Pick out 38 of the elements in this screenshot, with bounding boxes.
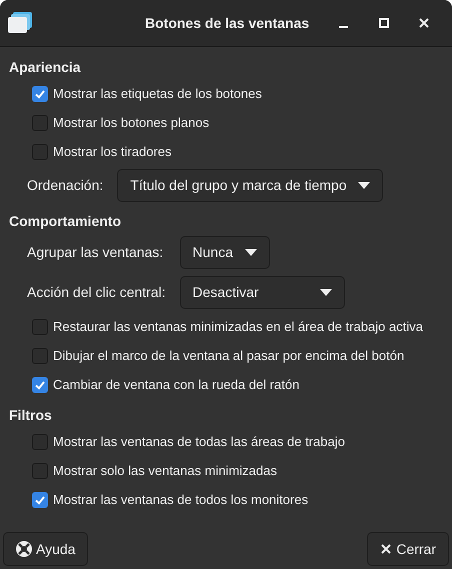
close-icon xyxy=(380,543,392,555)
dropdown[interactable]: Desactivar xyxy=(180,276,345,309)
checkbox[interactable] xyxy=(32,318,48,334)
checkbox[interactable] xyxy=(32,462,48,478)
checkbox[interactable] xyxy=(32,114,48,130)
caret-icon xyxy=(244,249,257,256)
dropdown-label: Ordenación: xyxy=(27,176,104,195)
close-icon[interactable] xyxy=(418,17,430,29)
checkbox-label: Mostrar los botones planos xyxy=(53,114,210,132)
close-button[interactable]: Cerrar xyxy=(367,532,449,566)
checkbox-label: Mostrar las ventanas de todas las áreas de trabajo xyxy=(53,432,345,451)
caret-icon xyxy=(358,182,370,189)
checkbox-label: Mostrar solo las ventanas minimizadas xyxy=(53,462,277,480)
help-button[interactable]: Ayuda xyxy=(3,532,88,566)
checkbox-label: Mostrar las etiquetas de los botones xyxy=(53,84,262,103)
maximize-icon[interactable] xyxy=(378,17,390,29)
checkbox-label: Cambiar de ventana con la rueda del ratón xyxy=(53,376,300,394)
checkbox[interactable] xyxy=(32,86,48,102)
window-title: Botones de las ventanas xyxy=(145,14,310,32)
checkbox-label: Mostrar los tiradores xyxy=(53,142,172,161)
section-heading: Filtros xyxy=(9,406,53,424)
checkbox[interactable] xyxy=(32,144,48,160)
dropdown[interactable]: Título del grupo y marca de tiempo xyxy=(117,169,384,202)
dropdown-label: Acción del clic central: xyxy=(27,283,166,302)
checkbox[interactable] xyxy=(32,434,48,450)
checkbox[interactable] xyxy=(32,348,48,364)
checkbox[interactable] xyxy=(32,376,48,392)
section-heading: Comportamiento xyxy=(9,212,122,231)
checkbox-label: Dibujar el marco de la ventana al pasar por encima del botón xyxy=(53,346,404,365)
lifebuoy-icon xyxy=(16,541,32,557)
dropdown-label: Agrupar las ventanas: xyxy=(27,243,164,262)
checkbox-label: Mostrar las ventanas de todos los monitores xyxy=(53,490,308,509)
windows-icon xyxy=(8,11,32,35)
section-heading: Apariencia xyxy=(9,58,82,77)
dropdown[interactable]: Nunca xyxy=(180,236,270,269)
caret-icon xyxy=(320,289,332,296)
checkbox-label: Restaurar las ventanas minimizadas en el área de trabajo activa xyxy=(53,318,423,336)
checkbox[interactable] xyxy=(32,492,48,508)
